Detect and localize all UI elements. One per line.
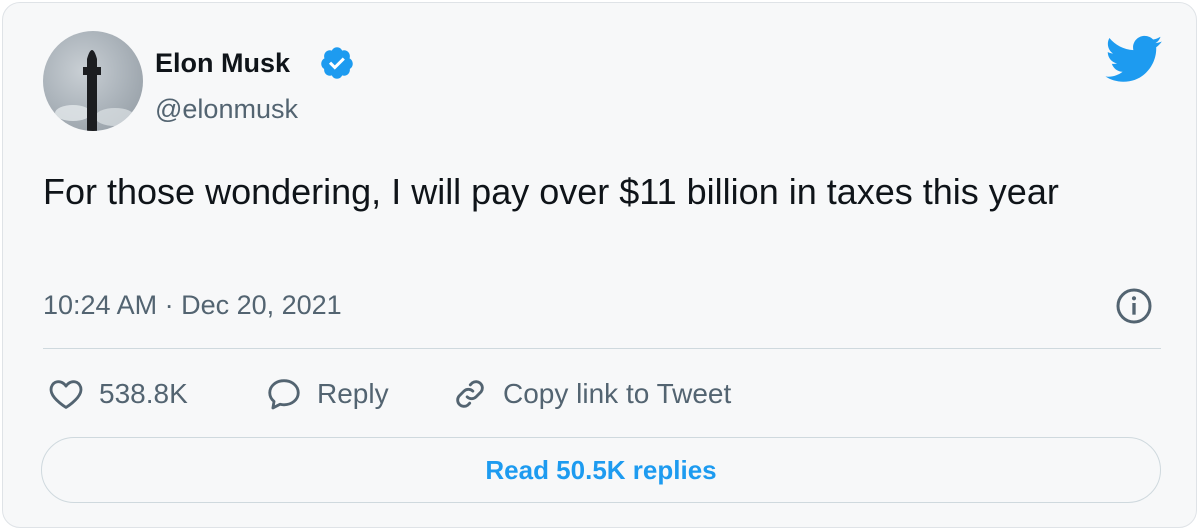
read-replies-button[interactable]: Read 50.5K replies <box>41 437 1161 503</box>
tweet-text: For those wondering, I will pay over $11… <box>43 171 1059 212</box>
tweet-timestamp[interactable]: 10:24 AM · Dec 20, 2021 <box>43 289 342 321</box>
heart-icon <box>49 380 83 409</box>
twitter-bird-icon[interactable] <box>1103 33 1163 85</box>
speech-bubble-icon <box>268 379 300 410</box>
like-count: 538.8K <box>99 378 188 409</box>
author-handle[interactable]: @elonmusk <box>155 93 298 125</box>
copy-link-button[interactable]: Copy link to Tweet <box>451 369 731 419</box>
copy-link-label: Copy link to Tweet <box>503 378 732 409</box>
reply-label: Reply <box>317 378 389 409</box>
link-icon <box>456 380 484 408</box>
verified-badge-icon <box>321 47 353 79</box>
author-name[interactable]: Elon Musk <box>155 47 290 79</box>
tweet-card: Elon Musk @elonmusk For those wondering,… <box>2 2 1197 528</box>
reply-button[interactable]: Reply <box>265 369 389 419</box>
info-icon[interactable] <box>1114 286 1154 326</box>
like-button[interactable]: 538.8K <box>47 369 188 419</box>
divider <box>43 348 1161 349</box>
avatar[interactable] <box>43 31 143 131</box>
